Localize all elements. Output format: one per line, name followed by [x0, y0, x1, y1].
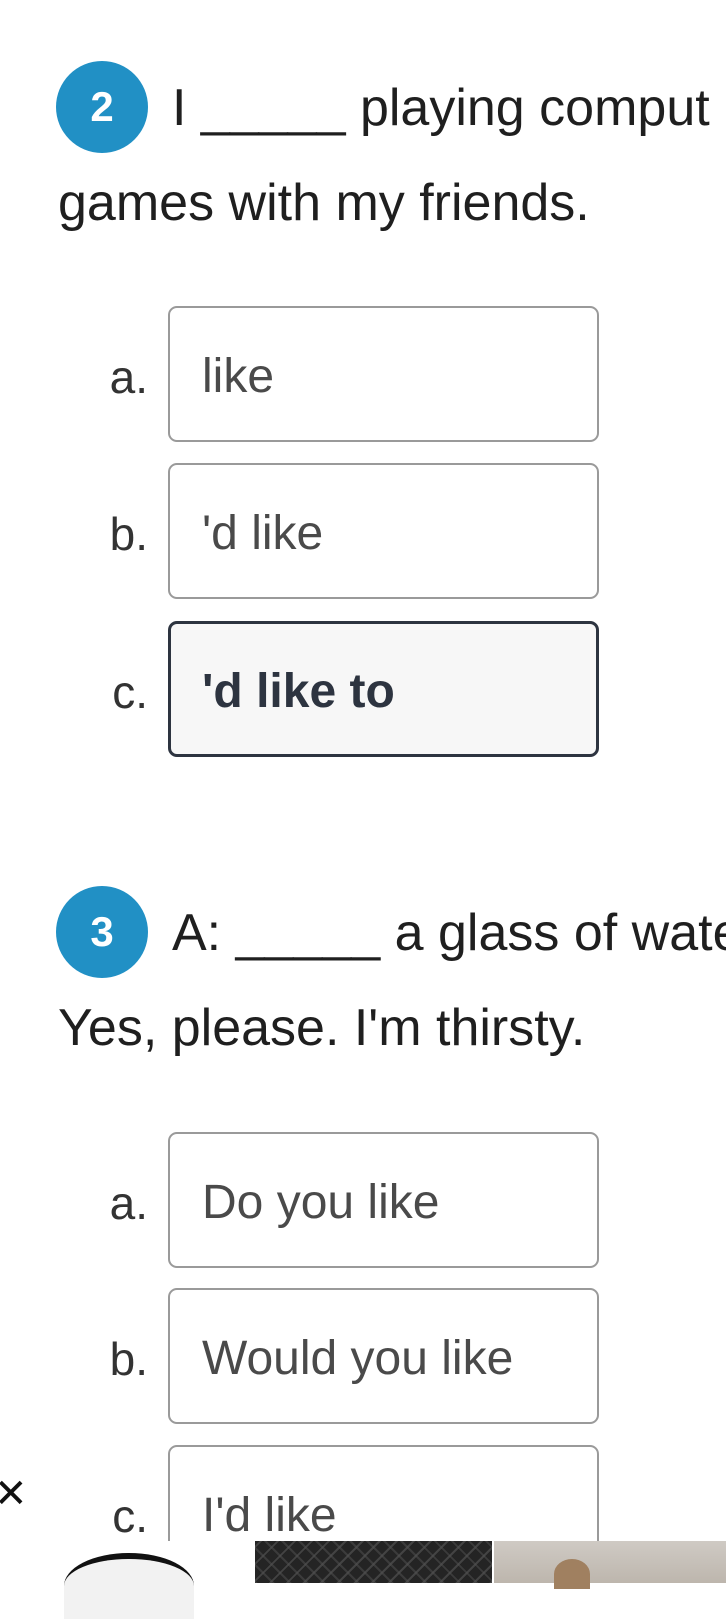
question-header: 3 A: _____ a glass of wate [0, 885, 726, 978]
option-row-b: b. Would you like [0, 1288, 726, 1428]
option-button-a[interactable]: like [168, 306, 599, 442]
option-letter: c. [112, 1490, 148, 1542]
option-label: Would you like [202, 1332, 514, 1385]
option-row-a: a. like [0, 306, 726, 446]
option-row-c: c. 'd like to [0, 621, 726, 761]
option-label: Do you like [202, 1176, 440, 1229]
question-3: 3 A: _____ a glass of wate Yes, please. … [0, 885, 726, 1581]
option-button-b[interactable]: Would you like [168, 1288, 599, 1424]
question-text-line-1: A: _____ a glass of wate [172, 904, 726, 962]
close-icon[interactable]: ✕ [0, 1474, 28, 1514]
option-letter: a. [109, 1177, 148, 1229]
option-letter: b. [109, 508, 148, 560]
question-text-line-2: games with my friends. [58, 174, 590, 232]
question-number-badge: 3 [56, 886, 148, 978]
question-header: 2 I _____ playing comput [0, 60, 726, 153]
option-label: I'd like [202, 1489, 337, 1542]
question-text-line-2: Yes, please. I'm thirsty. [58, 999, 586, 1057]
option-button-a[interactable]: Do you like [168, 1132, 599, 1268]
option-button-b[interactable]: 'd like [168, 463, 599, 599]
option-button-c-selected[interactable]: 'd like to [168, 621, 599, 757]
question-2: 2 I _____ playing comput games with my f… [0, 60, 726, 757]
question-text-line-1: I _____ playing comput [172, 79, 710, 137]
option-letter: a. [109, 351, 148, 403]
option-row-b: b. 'd like [0, 463, 726, 603]
thumbnail-image[interactable] [0, 1541, 255, 1619]
option-label: 'd like to [202, 665, 395, 718]
bottom-thumbnail-strip [0, 1541, 726, 1619]
option-label: 'd like [202, 507, 324, 560]
option-letter: b. [109, 1333, 148, 1385]
thumbnail-image[interactable] [494, 1541, 726, 1589]
option-row-a: a. Do you like [0, 1132, 726, 1272]
option-label: like [202, 350, 275, 403]
option-letter: c. [112, 666, 148, 718]
question-number-badge: 2 [56, 61, 148, 153]
thumbnail-image[interactable] [255, 1541, 492, 1583]
